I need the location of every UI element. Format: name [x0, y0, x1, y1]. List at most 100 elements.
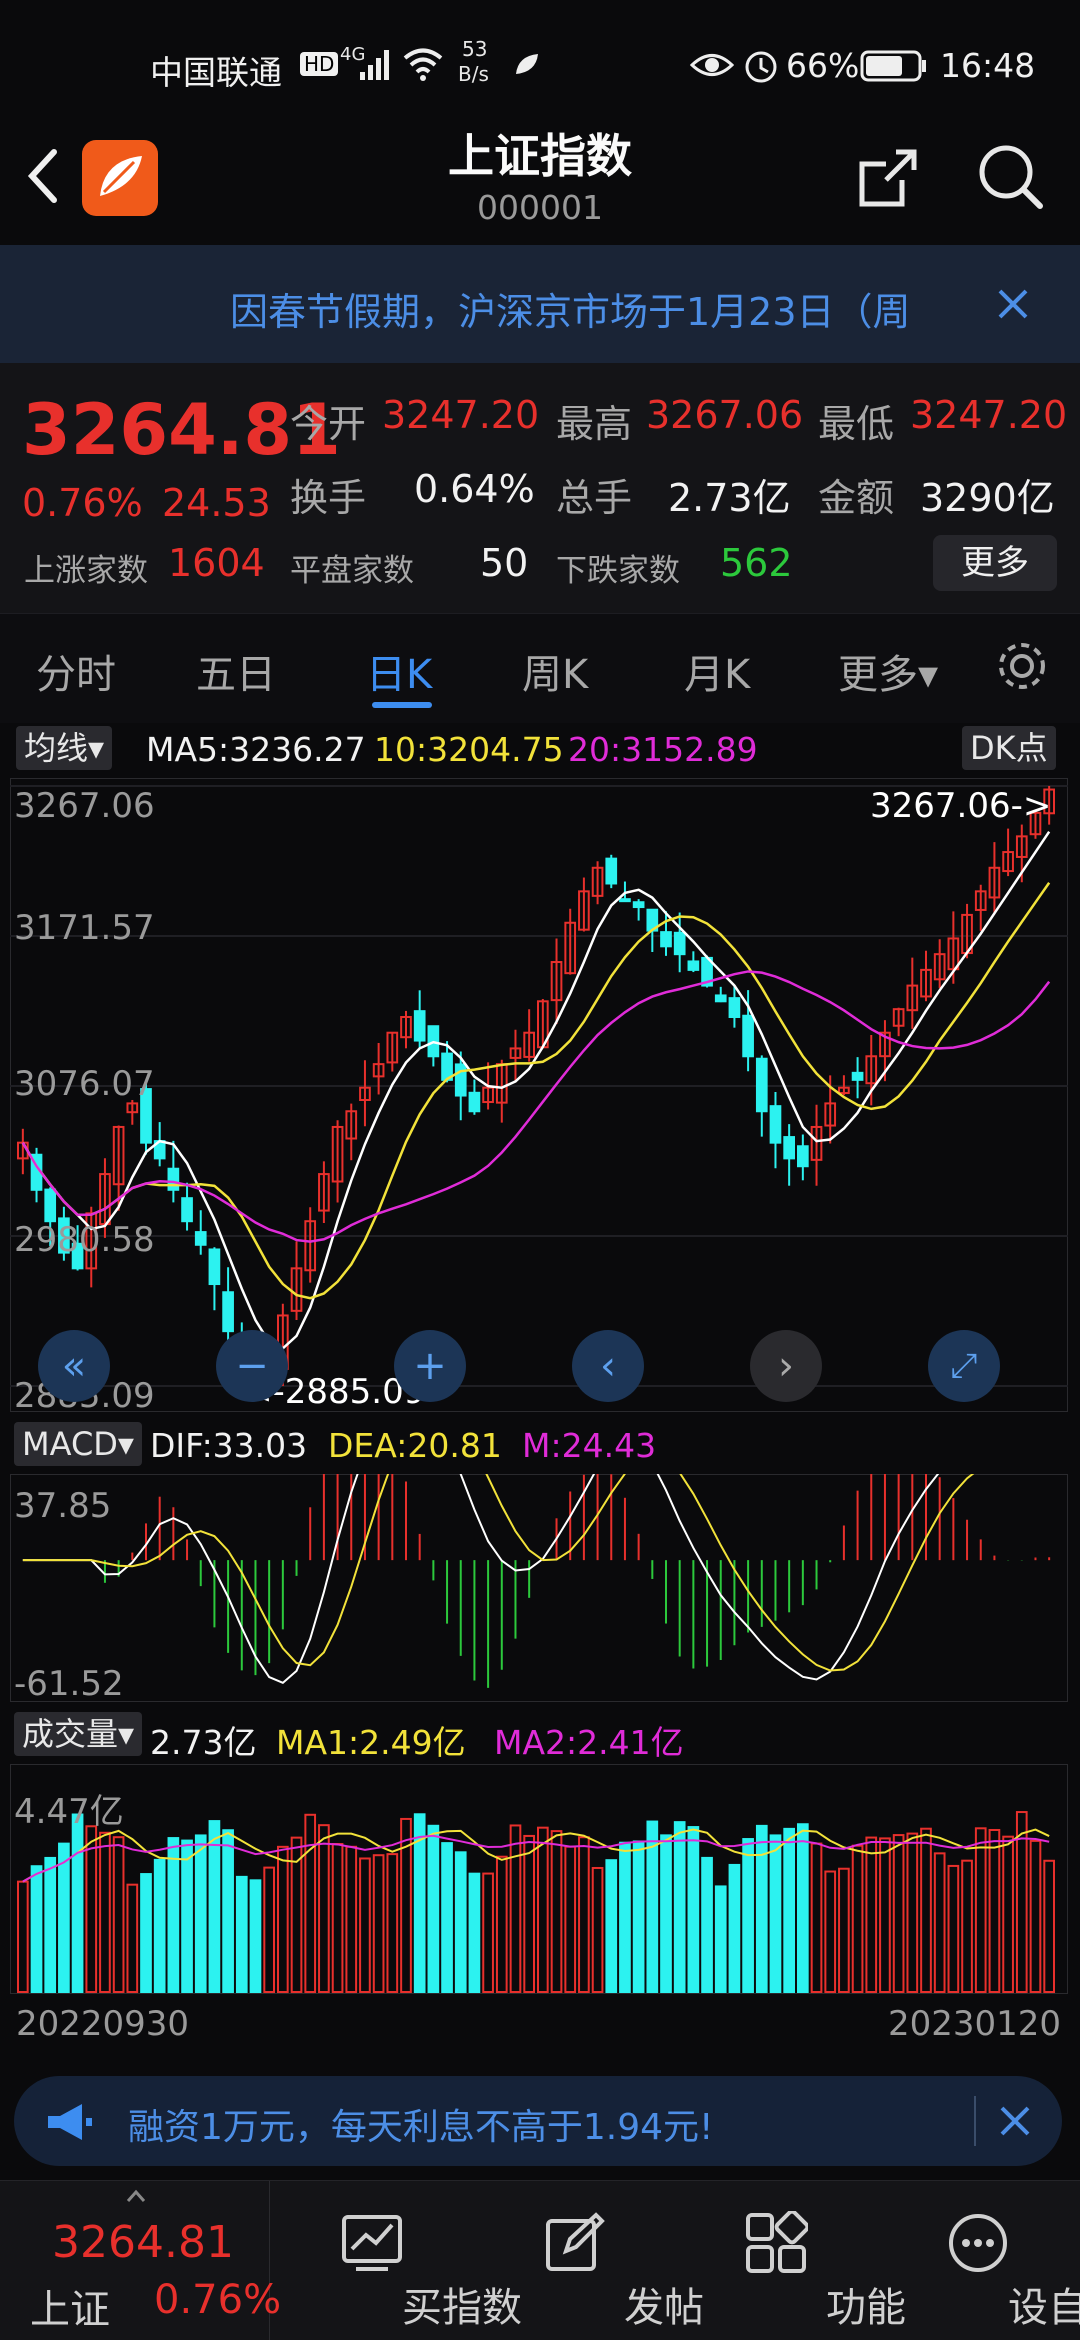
volume-bar	[974, 1827, 987, 1993]
volume-bar	[153, 1858, 166, 1994]
nav-functions[interactable]: 功能	[686, 2181, 906, 2340]
vol-ma2-label: MA2:2.41亿	[494, 1723, 684, 1762]
candlestick-chart[interactable]	[10, 778, 1068, 1412]
volume-bar	[427, 1824, 440, 1994]
dk-point-button[interactable]: DK点	[962, 726, 1056, 770]
volume-bar	[523, 1834, 536, 1993]
volume-chart[interactable]	[10, 1764, 1068, 1994]
volume-bar	[892, 1834, 905, 1993]
index-summary[interactable]: 3264.81 上证 0.76%	[0, 2181, 281, 2340]
wifi-icon	[403, 48, 443, 81]
candle-body	[660, 931, 672, 948]
promo-banner[interactable]: 融资1万元，每天利息不高于1.94元!	[14, 2076, 1062, 2166]
volume-bar	[222, 1829, 234, 1993]
trend-chart-icon	[342, 2215, 402, 2271]
notice-text: 因春节假期，沪深京市场于1月23日（周	[230, 290, 911, 334]
candle-body	[44, 1188, 57, 1223]
change-percent: 0.76%	[22, 481, 143, 525]
low-label: 最低	[818, 402, 895, 446]
zoom-out-icon[interactable]: −	[216, 1330, 288, 1402]
search-icon[interactable]	[976, 142, 1046, 212]
tab-monthly-k[interactable]: 月K	[684, 642, 750, 700]
close-icon[interactable]	[996, 287, 1030, 321]
volume-label: 2.73亿	[150, 1723, 257, 1762]
close-promo-icon[interactable]	[998, 2104, 1032, 2138]
scroll-right-icon[interactable]: ›	[750, 1330, 822, 1402]
more-button[interactable]: 更多	[933, 535, 1057, 591]
dea-line	[22, 1474, 975, 1672]
y-tick-max: 3267.06	[14, 786, 155, 826]
volume-bar	[509, 1824, 522, 1994]
volume-bar	[797, 1823, 809, 1993]
ma20-label: 20:3152.89	[568, 730, 758, 769]
volume-indicator-select[interactable]: 成交量▾	[14, 1712, 143, 1756]
alarm-icon	[745, 51, 777, 83]
candle-body	[714, 994, 727, 1003]
volume-bar	[660, 1834, 672, 1993]
index-name: 上证	[30, 2287, 110, 2333]
volume-bar	[495, 1855, 508, 1993]
candle-body	[167, 1167, 180, 1191]
macd-chart[interactable]	[10, 1474, 1068, 1702]
ma-indicator-select[interactable]: 均线▾	[16, 726, 113, 770]
ma5-line	[21, 831, 1051, 1350]
candle-body	[851, 1071, 864, 1081]
share-icon[interactable]	[856, 146, 920, 210]
volume-bar	[99, 1831, 111, 1993]
volume-bar	[920, 1827, 932, 1993]
tab-intraday[interactable]: 分时	[36, 642, 116, 700]
volume-bar	[263, 1866, 276, 1993]
volume-bar	[906, 1832, 919, 1993]
megaphone-icon	[48, 2104, 92, 2140]
dif-label: DIF:33.03	[150, 1426, 308, 1465]
macd-indicator-select[interactable]: MACD▾	[14, 1422, 142, 1466]
tab-daily-k[interactable]: 日K	[366, 642, 432, 700]
gear-icon[interactable]	[994, 638, 1050, 694]
candle-body	[728, 997, 741, 1019]
nav-label-watchlist: 设自选	[1008, 2285, 1080, 2331]
index-price: 3264.81	[52, 2217, 234, 2268]
fullscreen-icon[interactable]: ⤢	[928, 1330, 1000, 1402]
candle-body	[194, 1231, 207, 1246]
volume-bar	[71, 1813, 84, 1993]
nav-add-watchlist[interactable]: 设自选	[888, 2181, 1080, 2340]
candle-body	[208, 1248, 221, 1286]
volume-bar	[1029, 1839, 1042, 1993]
caret-up-icon	[126, 2189, 146, 2202]
volume-bar	[1002, 1835, 1014, 1993]
notice-banner[interactable]: 因春节假期，沪深京市场于1月23日（周	[0, 245, 1080, 363]
volume-bar	[755, 1824, 768, 1993]
volume-bar	[208, 1820, 221, 1993]
volume-bar	[879, 1837, 891, 1993]
volume-bar	[550, 1830, 563, 1994]
volume-bar	[988, 1828, 1001, 1993]
volume-bar	[167, 1837, 180, 1993]
volume-y-max: 4.47亿	[14, 1792, 124, 1832]
scroll-left-fast-icon[interactable]: «	[38, 1330, 110, 1402]
signal-icon	[360, 50, 389, 80]
candle-body	[755, 1057, 768, 1113]
scroll-left-icon[interactable]: ‹	[572, 1330, 644, 1402]
tab-five-day[interactable]: 五日	[196, 642, 276, 700]
ma5-label: MA5:3236.27	[146, 730, 366, 769]
date-end: 20230120	[888, 2004, 1062, 2044]
candle-body	[797, 1145, 809, 1168]
zoom-in-icon[interactable]: +	[394, 1330, 466, 1402]
hd-icon: HD	[300, 52, 339, 76]
candle-body	[742, 1014, 754, 1058]
tab-weekly-k[interactable]: 周K	[522, 642, 588, 700]
status-bar: 中国联通 HD 4G 53 B/s 66% 16:48	[0, 0, 1080, 130]
candle-body	[673, 931, 686, 956]
tab-more[interactable]: 更多▾	[838, 642, 938, 700]
nav-buy-index[interactable]: 买指数	[282, 2181, 522, 2340]
index-change: 0.76%	[154, 2277, 282, 2323]
y-tick-3: 3076.07	[14, 1064, 155, 1104]
volume-bar	[140, 1873, 152, 1993]
nav-post[interactable]: 发帖	[484, 2181, 704, 2340]
volume-bar	[126, 1883, 139, 1993]
volume-bar	[372, 1854, 385, 1994]
flat-count-label: 平盘家数	[290, 553, 414, 589]
volume-bar	[783, 1827, 796, 1993]
volume-bar	[277, 1845, 289, 1993]
leaf-app-icon	[516, 54, 538, 74]
